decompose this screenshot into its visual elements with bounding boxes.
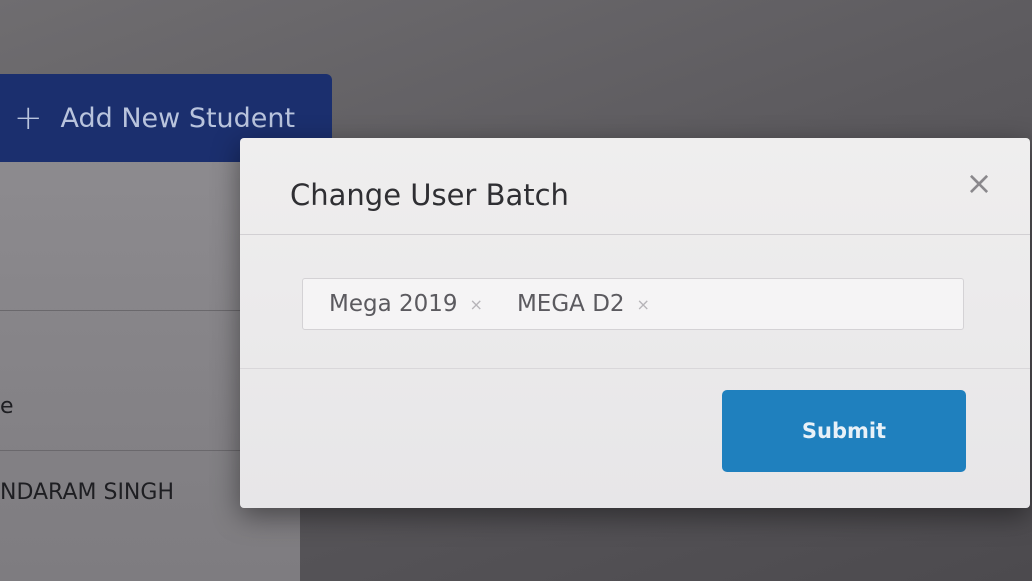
batch-tag-label: Mega 2019 (329, 291, 458, 317)
modal-header: Change User Batch × (240, 138, 1030, 235)
modal-footer-divider (240, 368, 1030, 369)
batch-multiselect-input[interactable]: Mega 2019 × MEGA D2 × (302, 278, 964, 330)
add-new-student-label: Add New Student (60, 102, 296, 134)
student-name-cell: NDARAM SINGH (0, 480, 174, 505)
modal-title: Change User Batch (290, 178, 569, 212)
plus-icon: + (14, 98, 43, 138)
batch-tag: Mega 2019 × (329, 291, 483, 317)
remove-tag-icon[interactable]: × (637, 295, 650, 314)
batch-tag-label: MEGA D2 (516, 291, 625, 317)
change-user-batch-modal: Change User Batch × Mega 2019 × MEGA D2 … (240, 138, 1030, 508)
column-header-partial: e (0, 394, 14, 419)
batch-tag: MEGA D2 × (517, 291, 650, 317)
close-icon[interactable]: × (964, 167, 994, 199)
submit-button[interactable]: Submit (722, 390, 966, 472)
remove-tag-icon[interactable]: × (470, 295, 483, 314)
